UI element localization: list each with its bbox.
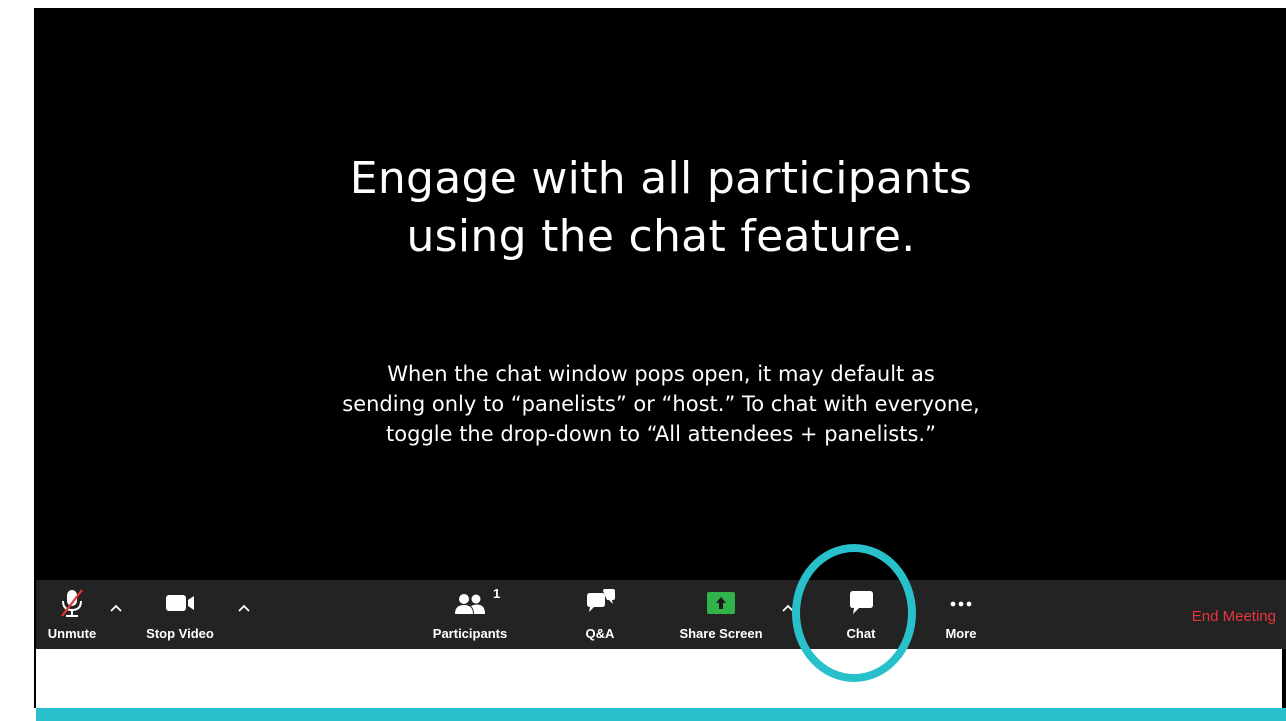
bottom-accent-bar xyxy=(36,708,1286,721)
qa-bubbles-icon xyxy=(583,588,617,618)
page: Engage with all participants using the c… xyxy=(0,0,1286,721)
chevron-up-icon xyxy=(238,604,250,612)
more-dots-icon xyxy=(944,588,978,618)
video-options-caret[interactable] xyxy=(234,598,254,618)
share-screen-label: Share Screen xyxy=(679,626,763,641)
participants-icon: 1 xyxy=(453,586,500,618)
end-meeting-button[interactable]: End Meeting xyxy=(1192,608,1276,625)
meeting-toolbar: Unmute Stop Video 1 Participants Q&A Sha… xyxy=(36,580,1286,649)
slide-body-text: When the chat window pops open, it may d… xyxy=(36,359,1286,449)
presentation-slide: Engage with all participants using the c… xyxy=(36,8,1286,580)
qa-button[interactable]: Q&A xyxy=(574,580,626,649)
participants-button[interactable]: 1 Participants xyxy=(422,580,518,649)
share-screen-icon xyxy=(704,588,738,618)
unmute-button[interactable]: Unmute xyxy=(40,580,104,649)
share-screen-button[interactable]: Share Screen xyxy=(666,580,776,649)
participants-count-badge: 1 xyxy=(493,586,501,601)
chat-bubble-icon xyxy=(844,588,878,618)
more-button[interactable]: More xyxy=(934,580,988,649)
participants-label: Participants xyxy=(432,626,508,641)
headline-line-2: using the chat feature. xyxy=(406,211,916,262)
stop-video-button[interactable]: Stop Video xyxy=(132,580,228,649)
qa-label: Q&A xyxy=(585,626,615,641)
headline-line-1: Engage with all participants xyxy=(349,153,973,204)
body-line-1: When the chat window pops open, it may d… xyxy=(387,362,935,386)
chat-button[interactable]: Chat xyxy=(834,580,888,649)
slide-headline: Engage with all participants using the c… xyxy=(36,150,1286,266)
body-line-2: sending only to “panelists” or “host.” T… xyxy=(342,392,980,416)
unmute-label: Unmute xyxy=(47,626,97,641)
chevron-up-icon xyxy=(782,604,794,612)
stop-video-label: Stop Video xyxy=(146,626,214,641)
mic-muted-icon xyxy=(59,588,85,618)
more-label: More xyxy=(945,626,977,641)
video-camera-icon xyxy=(163,588,197,618)
share-options-caret[interactable] xyxy=(778,598,798,618)
audio-options-caret[interactable] xyxy=(106,598,126,618)
chevron-up-icon xyxy=(110,604,122,612)
body-line-3: toggle the drop-down to “All attendees +… xyxy=(386,422,936,446)
chat-label: Chat xyxy=(846,626,876,641)
slide-right-border xyxy=(1282,649,1286,708)
